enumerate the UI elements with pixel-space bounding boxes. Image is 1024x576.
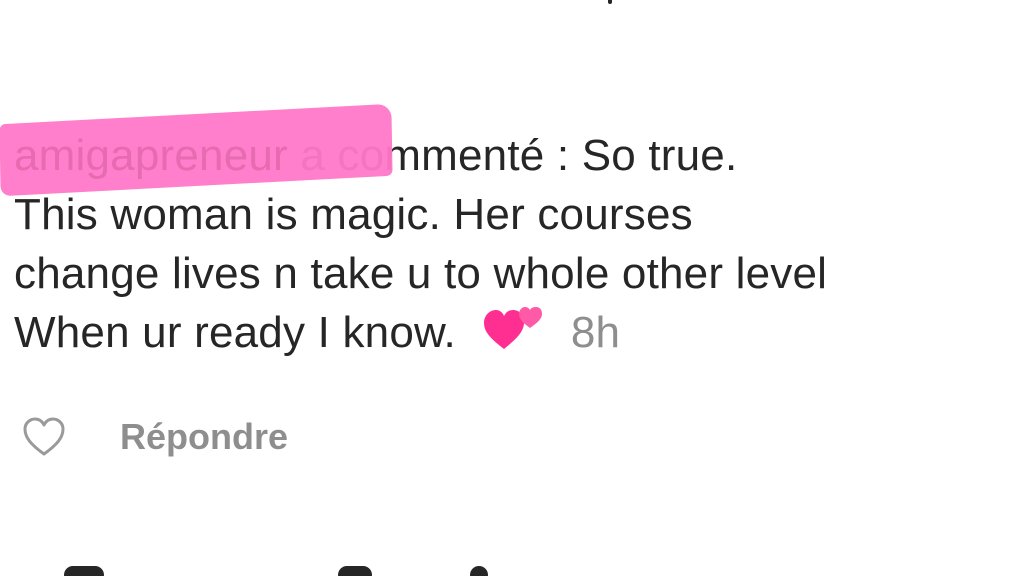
next-comment-fragment-b [338,566,372,576]
comment-line-3: When ur ready I know. [14,308,456,357]
reply-button[interactable]: Répondre [120,416,288,458]
next-comment-fragment-c [470,566,488,576]
comment-username[interactable]: amigapreneur [14,131,288,180]
comment-last-line: When ur ready I know. 8h [14,303,1022,362]
large-heart-icon [484,310,525,349]
like-heart-icon [23,417,65,456]
heart-outline-icon[interactable] [20,413,68,461]
previous-content-fragment [608,0,612,4]
comment-actions: Répondre [20,412,288,462]
comment-timestamp: 8h [570,308,621,357]
two-hearts-emoji [482,305,544,353]
comment-body: amigapreneur a commenté : So true. This … [0,103,1022,362]
comment-line-1: This woman is magic. Her courses [14,190,693,239]
username-highlight-area[interactable]: amigapreneur [0,103,393,197]
comment-line-2: change lives n take u to whole other lev… [14,249,828,298]
two-hearts-icon [484,307,543,349]
comment-first-line: amigapreneur a commenté : So true. [0,103,1022,197]
next-comment-fragment-a [64,566,104,576]
